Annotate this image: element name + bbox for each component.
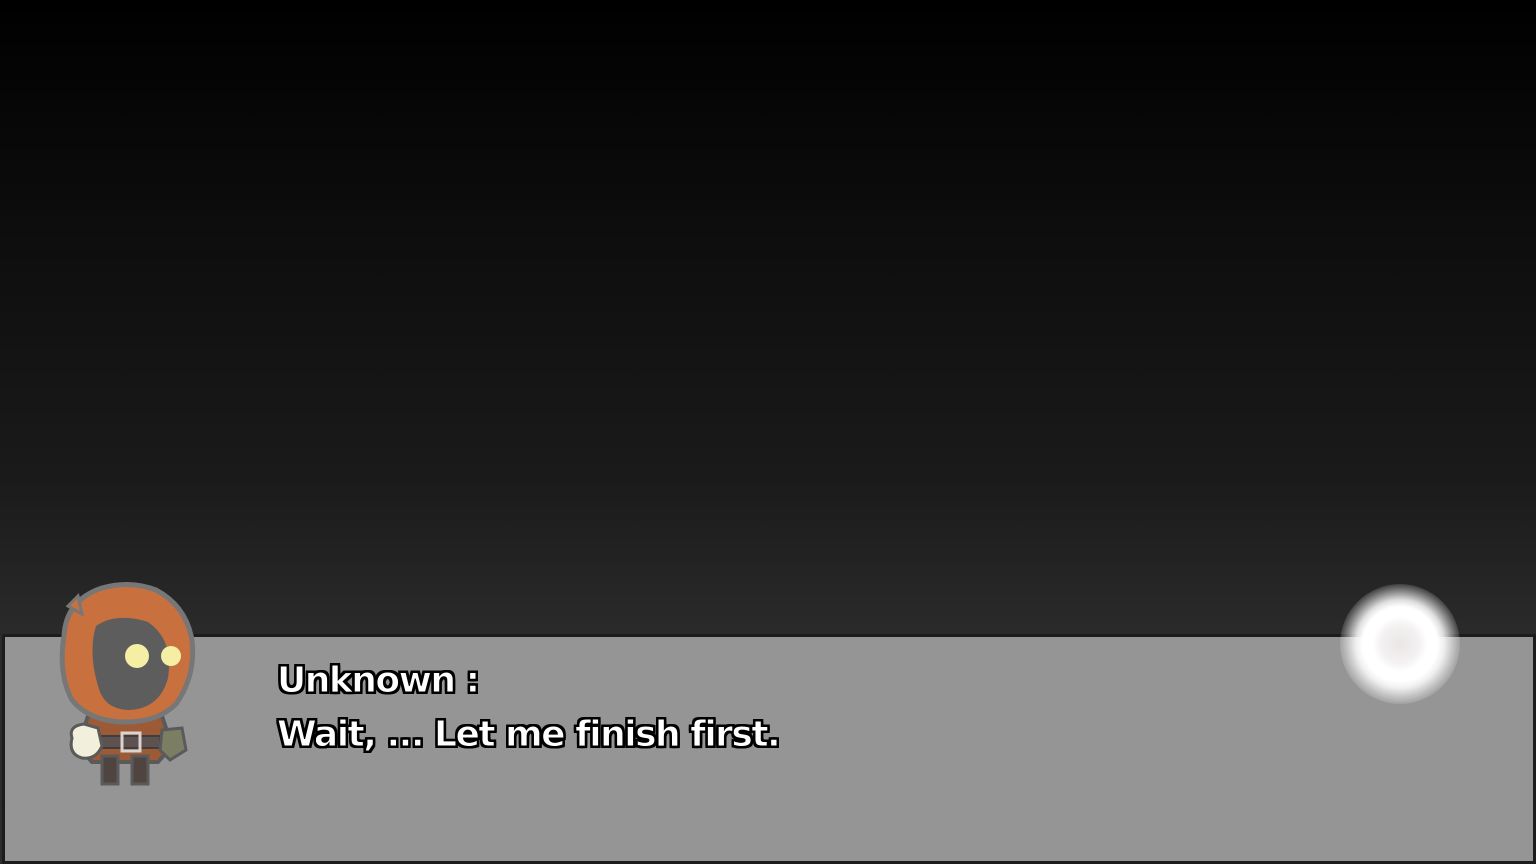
dialog-text: Wait, ... Let me finish first. [276, 714, 781, 756]
glowing-orb-icon[interactable] [1340, 584, 1460, 704]
game-scene: Unknown : Wait, ... Let me finish first. [0, 0, 1536, 864]
speaker-portrait [50, 578, 200, 793]
speaker-name: Unknown : [276, 660, 480, 702]
hooded-character-portrait-icon [59, 582, 196, 786]
